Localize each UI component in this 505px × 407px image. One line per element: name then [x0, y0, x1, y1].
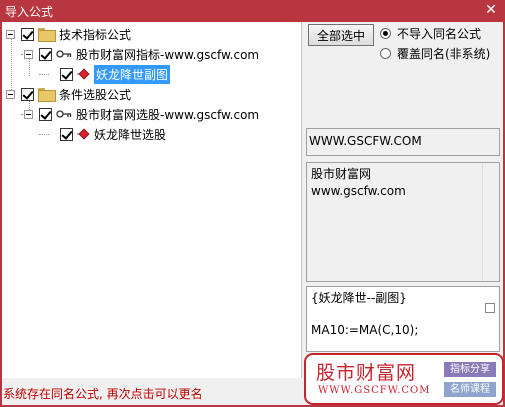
collapse-toggle[interactable] — [24, 49, 33, 59]
formula-tree: 技术指标公式 股市财富网指标-www.gscfw.com 妖龙降世副图 条件选股… — [2, 22, 302, 378]
radio-overwrite-duplicates[interactable]: 覆盖同名(非系统) — [380, 45, 490, 61]
select-all-button[interactable]: 全部选中 — [308, 24, 374, 46]
screener-group-checkbox[interactable] — [21, 87, 34, 101]
tree-node-screener-group[interactable]: 条件选股公式 — [6, 85, 131, 103]
folder-icon — [38, 88, 56, 102]
tree-node-formula-screener[interactable]: 妖龙降世选股 — [60, 125, 166, 143]
url-text: WWW.GSCFW.COM — [309, 134, 422, 148]
description-scrollbar[interactable] — [482, 163, 499, 281]
collapse-toggle[interactable] — [24, 109, 33, 119]
tree-node-label: 股市财富网指标-www.gscfw.com — [76, 47, 260, 62]
radio-skip-label: 不导入同名公式 — [397, 26, 482, 41]
watermark-logo: 股市财富网 WWW.GSCFW.COM 指标分享 名师课程 — [304, 353, 504, 405]
description-pane: 股市财富网 www.gscfw.com — [306, 162, 500, 282]
watermark-en: WWW.GSCFW.COM — [318, 385, 431, 396]
formula-text: {妖龙降世--副图} MA10:=MA(C,10); — [311, 290, 418, 338]
key-icon — [56, 50, 72, 58]
tree-node-label: 条件选股公式 — [59, 87, 132, 102]
status-message: 系统存在同名公式, 再次点击可以更名 — [3, 387, 203, 401]
collapse-toggle[interactable] — [6, 29, 15, 39]
tree-node-label: 技术指标公式 — [59, 27, 132, 42]
tree-node-formula-subchart[interactable]: 妖龙降世副图 — [60, 64, 171, 84]
title-bar: 导入公式 ✕ — [0, 0, 505, 22]
formula-line-2: MA10:=MA(C,10); — [311, 323, 419, 337]
radio-overwrite-indicator[interactable] — [380, 47, 391, 59]
formula-line-1: {妖龙降世--副图} — [311, 291, 407, 305]
indicator-group-checkbox[interactable] — [21, 27, 34, 41]
url-pane: WWW.GSCFW.COM — [306, 128, 500, 156]
close-icon[interactable]: ✕ — [483, 1, 499, 19]
watermark-cn: 股市财富网 — [316, 362, 417, 384]
tree-node-label: 妖龙降世选股 — [94, 127, 167, 142]
description-text: 股市财富网 www.gscfw.com — [311, 166, 406, 200]
diamond-icon — [77, 128, 90, 140]
tree-node-indicator-group[interactable]: 技术指标公式 — [6, 25, 131, 43]
tree-node-indicator-package[interactable]: 股市财富网指标-www.gscfw.com — [24, 45, 259, 63]
indicator-package-checkbox[interactable] — [39, 47, 52, 61]
radio-skip-indicator[interactable] — [380, 27, 391, 39]
scroll-square-icon[interactable] — [485, 303, 495, 313]
formula-subchart-checkbox[interactable] — [60, 67, 73, 81]
formula-screener-checkbox[interactable] — [60, 127, 73, 141]
formula-preview-pane: {妖龙降世--副图} MA10:=MA(C,10); — [306, 286, 500, 352]
folder-icon — [38, 28, 56, 42]
collapse-toggle[interactable] — [6, 89, 15, 99]
window-title: 导入公式 — [5, 5, 54, 19]
watermark-tag-courses: 名师课程 — [444, 382, 496, 397]
tree-node-label: 妖龙降世副图 — [94, 64, 171, 84]
description-line-2: www.gscfw.com — [311, 184, 406, 198]
diamond-icon — [77, 68, 90, 80]
key-icon — [56, 110, 72, 118]
watermark-tag-indicators: 指标分享 — [444, 362, 496, 377]
radio-overwrite-label: 覆盖同名(非系统) — [397, 46, 491, 61]
tree-node-label: 股市财富网选股-www.gscfw.com — [76, 107, 260, 122]
description-line-1: 股市财富网 — [311, 167, 372, 181]
tree-node-screener-package[interactable]: 股市财富网选股-www.gscfw.com — [24, 105, 259, 123]
radio-skip-duplicates[interactable]: 不导入同名公式 — [380, 25, 481, 41]
screener-package-checkbox[interactable] — [39, 107, 52, 121]
